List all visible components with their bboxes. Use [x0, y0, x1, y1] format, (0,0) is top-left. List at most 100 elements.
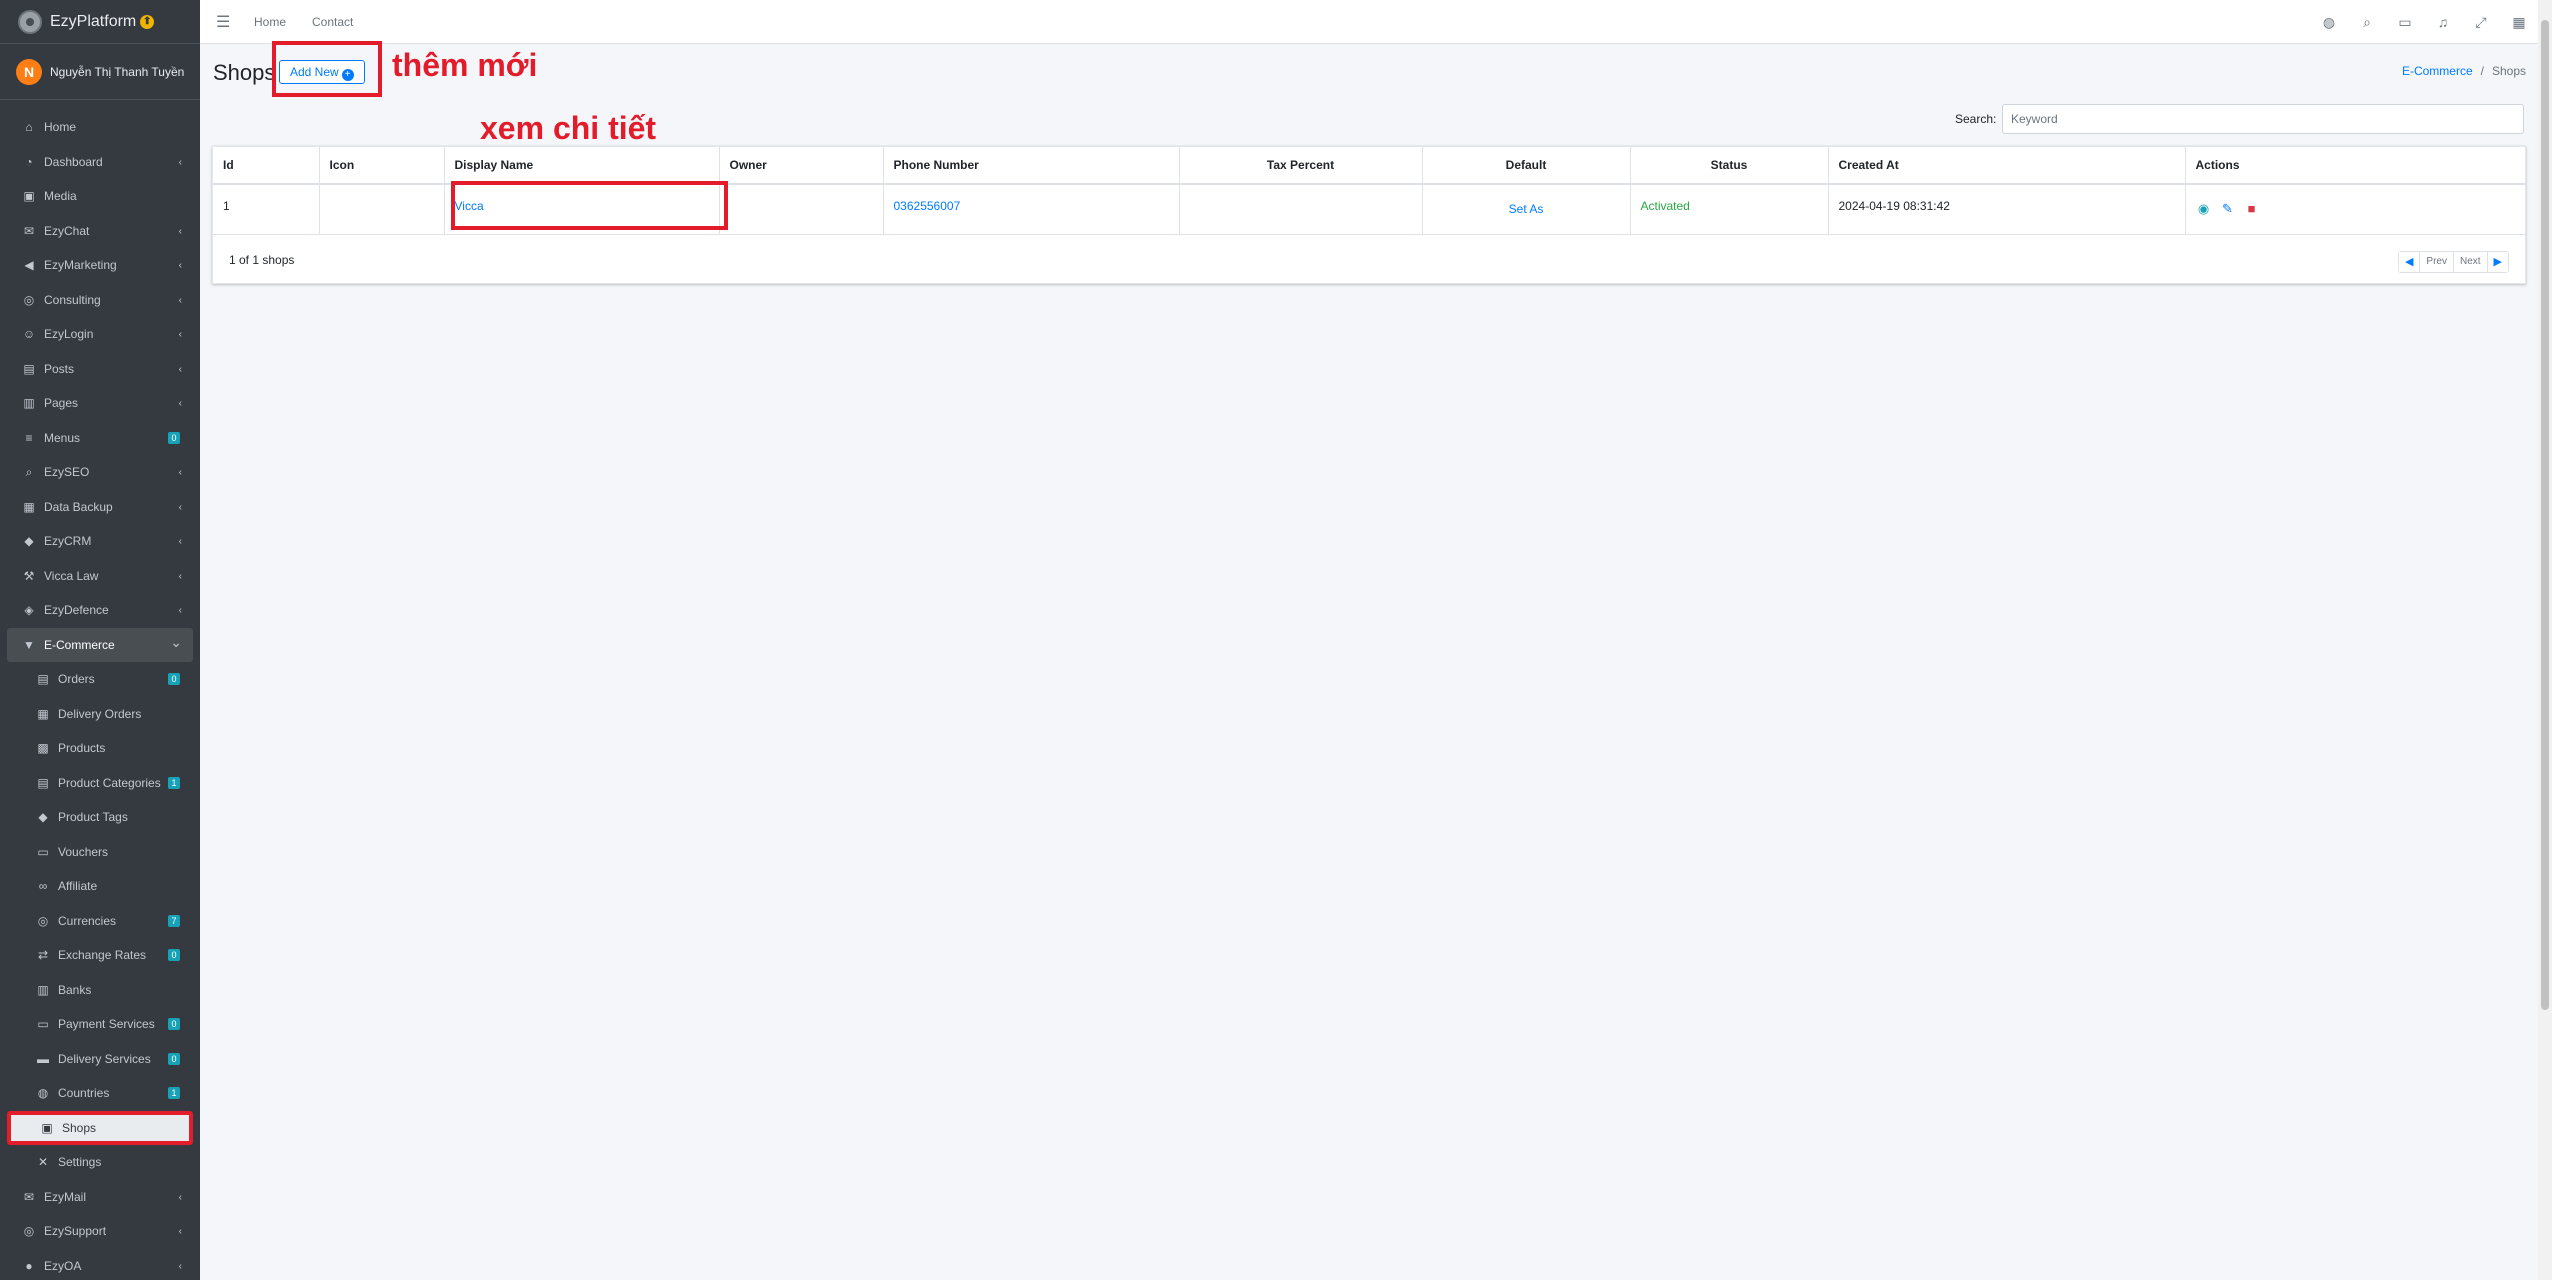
user-panel[interactable]: N Nguyễn Thị Thanh Tuyền: [0, 44, 200, 100]
topnav-contact-link[interactable]: Contact: [312, 15, 353, 29]
sidebar-item-data-backup[interactable]: ▦ Data Backup ‹: [0, 490, 200, 525]
gavel-icon: ⚒: [23, 568, 35, 583]
sidebar-item-menus[interactable]: ≡ Menus 0: [0, 421, 200, 456]
truck-icon: ▬: [37, 1051, 49, 1066]
count-badge: 0: [168, 949, 180, 961]
th-phone-number[interactable]: Phone Number: [883, 147, 1180, 185]
chevron-left-icon: ‹: [178, 260, 182, 271]
scrollbar-thumb[interactable]: [2541, 20, 2549, 1010]
sidebar-item-countries[interactable]: ◍ Countries 1: [0, 1076, 200, 1111]
count-badge: 7: [168, 914, 180, 927]
payment-icon: ▭: [37, 1017, 49, 1032]
bell-icon[interactable]: ♫: [2424, 14, 2462, 30]
cell-default-wrap: Set As: [1422, 184, 1631, 235]
add-new-button[interactable]: Add New +: [279, 60, 365, 84]
sidebar-item-label: Vouchers: [58, 844, 109, 859]
sidebar-item-dashboard[interactable]: ◔ Dashboard ‹: [0, 145, 200, 180]
sidebar-item-label: Dashboard: [44, 154, 103, 169]
brand-badge-icon: ⬆: [140, 14, 155, 29]
sidebar-item-settings[interactable]: ✕ Settings: [0, 1145, 200, 1180]
sidebar-item-label: EzySupport: [44, 1224, 107, 1239]
breadcrumb-ecommerce[interactable]: E-Commerce: [2402, 64, 2473, 78]
sidebar-item-ezymail[interactable]: ✉ EzyMail ‹: [0, 1180, 200, 1215]
sidebar-item-product-categories[interactable]: ▤ Product Categories 1: [0, 766, 200, 801]
sidebar-item-label: Delivery Services: [58, 1051, 151, 1066]
apps-grid-icon[interactable]: ▦: [2500, 14, 2538, 31]
th-tax-percent[interactable]: Tax Percent: [1179, 147, 1423, 185]
sidebar-item-banks[interactable]: ▥ Banks: [0, 973, 200, 1008]
sidebar-item-home[interactable]: ⌂ Home: [0, 110, 200, 145]
th-icon[interactable]: Icon: [319, 147, 445, 185]
sidebar-item-exchange-rates[interactable]: ⇄ Exchange Rates 0: [0, 938, 200, 973]
th-status[interactable]: Status: [1630, 147, 1829, 185]
th-display-name[interactable]: Display Name: [444, 147, 720, 185]
sidebar-item-ezychat[interactable]: ✉ EzyChat ‹: [0, 214, 200, 249]
first-page-icon[interactable]: ◀: [2398, 252, 2421, 272]
sidebar-item-ezyoa[interactable]: ● EzyOA ‹: [0, 1249, 200, 1280]
fullscreen-icon[interactable]: ⤢: [2462, 14, 2500, 31]
brand[interactable]: EzyPlatform ⬆: [0, 0, 200, 44]
sidebar-item-e-commerce[interactable]: ▼ E-Commerce ⌄: [7, 627, 193, 662]
sidebar-item-label: Pages: [44, 396, 79, 411]
th-owner[interactable]: Owner: [719, 147, 884, 185]
th-created-at[interactable]: Created At: [1828, 147, 2186, 185]
sidebar-item-media[interactable]: ▣ Media: [0, 179, 200, 214]
hamburger-menu-icon[interactable]: ☰: [216, 12, 236, 32]
sidebar-item-delivery-services[interactable]: ▬ Delivery Services 0: [0, 1042, 200, 1077]
cell-icon: [319, 184, 445, 235]
sidebar-item-vicca-law[interactable]: ⚒ Vicca Law ‹: [0, 559, 200, 594]
page-title: Shops: [213, 60, 276, 85]
support-icon: ◎: [23, 1224, 35, 1239]
sidebar-item-label: Shops: [62, 1120, 97, 1135]
sidebar-item-label: Vicca Law: [44, 568, 99, 583]
phone-number-link[interactable]: 0362556007: [894, 199, 961, 213]
topnav-home-link[interactable]: Home: [254, 15, 286, 29]
view-eye-icon[interactable]: ◉: [2196, 201, 2212, 217]
sidebar-item-ezydefence[interactable]: ◈ EzyDefence ‹: [0, 593, 200, 628]
sidebar-item-ezycrm[interactable]: ◆ EzyCRM ‹: [0, 524, 200, 559]
prev-button[interactable]: Prev: [2420, 252, 2454, 272]
comments-icon[interactable]: ▭: [2386, 14, 2424, 31]
sidebar-item-pages[interactable]: ▥ Pages ‹: [0, 386, 200, 421]
annotation-view-detail: xem chi tiết: [480, 110, 657, 146]
sidebar-item-affiliate[interactable]: ∞ Affiliate: [0, 869, 200, 904]
cell-phone-wrap: 0362556007: [883, 184, 1180, 235]
sidebar-item-shops[interactable]: ▣ Shops: [7, 1110, 193, 1145]
set-as-default-link[interactable]: Set As: [1509, 202, 1544, 216]
cell-tax-percent: [1179, 184, 1423, 235]
sidebar-item-payment-services[interactable]: ▭ Payment Services 0: [0, 1007, 200, 1042]
link-icon: ∞: [38, 879, 48, 894]
sidebar-item-products[interactable]: ▩ Products: [0, 731, 200, 766]
brand-logo-icon: [18, 9, 42, 34]
sidebar-item-consulting[interactable]: ◎ Consulting ‹: [0, 283, 200, 318]
delete-trash-icon[interactable]: ■: [2244, 201, 2260, 216]
tags-icon: ◆: [38, 810, 48, 825]
edit-icon[interactable]: ✎: [2220, 201, 2236, 217]
last-page-icon[interactable]: ▶: [2487, 252, 2508, 272]
sidebar-item-ezysupport[interactable]: ◎ EzySupport ‹: [0, 1214, 200, 1249]
sidebar-item-ezymarketing[interactable]: ◀ EzyMarketing ‹: [0, 248, 200, 283]
sidebar-item-label: Posts: [44, 361, 75, 376]
annotation-box-view-detail: [451, 181, 728, 230]
page-scrollbar[interactable]: [2538, 0, 2552, 1280]
sidebar-item-label: Currencies: [58, 913, 117, 928]
sidebar-item-delivery-orders[interactable]: ▦ Delivery Orders: [0, 697, 200, 732]
sidebar-item-ezylogin[interactable]: ☺ EzyLogin ‹: [0, 317, 200, 352]
th-default[interactable]: Default: [1422, 147, 1631, 185]
search-icon[interactable]: ⌕: [2348, 14, 2386, 31]
user-name: Nguyễn Thị Thanh Tuyền: [50, 64, 185, 79]
search-input[interactable]: [2002, 104, 2524, 134]
next-button[interactable]: Next: [2453, 252, 2488, 272]
sidebar-item-posts[interactable]: ▤ Posts ‹: [0, 352, 200, 387]
sidebar-item-vouchers[interactable]: ▭ Vouchers: [0, 835, 200, 870]
sidebar-item-orders[interactable]: ▤ Orders 0: [0, 662, 200, 697]
sidebar-item-product-tags[interactable]: ◆ Product Tags: [0, 800, 200, 835]
th-id[interactable]: Id: [213, 147, 320, 185]
mail-icon: ✉: [23, 1189, 35, 1204]
chevron-left-icon: ‹: [178, 605, 182, 616]
globe-icon[interactable]: ◍: [2310, 14, 2348, 31]
sidebar-item-currencies[interactable]: ◎ Currencies 7: [0, 904, 200, 939]
breadcrumb: E-Commerce / Shops: [2402, 64, 2526, 78]
sidebar-item-ezyseo[interactable]: ⌕ EzySEO ‹: [0, 455, 200, 490]
home-icon: ⌂: [25, 120, 33, 135]
